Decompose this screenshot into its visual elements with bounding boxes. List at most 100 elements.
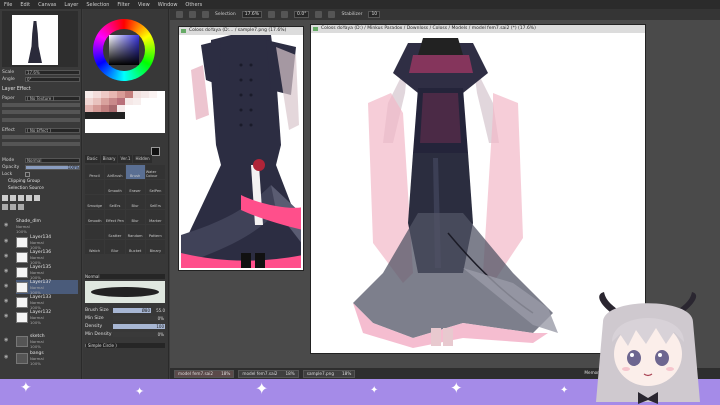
- color-wheel[interactable]: [93, 19, 155, 81]
- eye-icon[interactable]: ◉: [4, 222, 10, 228]
- swatch[interactable]: [85, 98, 93, 105]
- swatch[interactable]: [93, 112, 101, 119]
- tab-ver1[interactable]: Ver.1: [118, 155, 133, 163]
- reference-canvas-window[interactable]: Coloss doYaya (D:... / sample7.png (17.6…: [178, 26, 304, 271]
- opacity-slider[interactable]: 100%: [25, 164, 80, 170]
- swatch[interactable]: [149, 126, 157, 133]
- swatch[interactable]: [149, 112, 157, 119]
- swatch[interactable]: [109, 105, 117, 112]
- delete-layer-icon[interactable]: [34, 195, 40, 201]
- tool-button[interactable]: Watch: [85, 240, 105, 254]
- clipping-group-label[interactable]: Clipping Group: [8, 179, 40, 184]
- swatch[interactable]: [101, 98, 109, 105]
- zoom-in-icon[interactable]: [268, 11, 276, 18]
- swatch[interactable]: [101, 112, 109, 119]
- tool-button[interactable]: Pencil: [85, 165, 105, 179]
- layer-item[interactable]: ◉ Layer135 Normal 100%: [4, 265, 78, 280]
- swatch[interactable]: [101, 126, 109, 133]
- eye-icon[interactable]: ◉: [4, 298, 10, 304]
- swatch[interactable]: [157, 105, 165, 112]
- paper-slider-2[interactable]: [2, 110, 80, 114]
- tool-button[interactable]: SelPen: [145, 180, 165, 194]
- menu-layer[interactable]: Layer: [64, 2, 78, 8]
- swatch[interactable]: [85, 91, 93, 98]
- swatch[interactable]: [109, 119, 117, 126]
- swatch[interactable]: [141, 112, 149, 119]
- swatch[interactable]: [141, 105, 149, 112]
- swatch[interactable]: [109, 112, 117, 119]
- lock-layer-icon[interactable]: [10, 204, 16, 210]
- tool-button[interactable]: Effect Pen: [105, 210, 125, 224]
- menu-window[interactable]: Window: [158, 2, 178, 8]
- mode-select[interactable]: Normal: [25, 157, 80, 163]
- effect-slider[interactable]: [2, 135, 80, 139]
- layer-item[interactable]: ◉ Layer134 Normal 100%: [4, 235, 78, 250]
- tab-hidden[interactable]: Hidden: [133, 155, 152, 163]
- angle-value[interactable]: 0°: [25, 76, 80, 82]
- swatch[interactable]: [141, 119, 149, 126]
- eye-icon[interactable]: ◉: [4, 313, 10, 319]
- tool-button[interactable]: Blur: [125, 195, 145, 209]
- tool-button[interactable]: Water Colour: [145, 165, 165, 179]
- zoom-out-icon[interactable]: [281, 11, 289, 18]
- swatch[interactable]: [157, 119, 165, 126]
- file-tab[interactable]: model fem7.sai2 18%: [238, 369, 299, 378]
- reference-canvas[interactable]: [181, 35, 301, 268]
- copy-layer-icon[interactable]: [2, 204, 8, 210]
- zoom-field[interactable]: 17.6%: [241, 11, 263, 18]
- rotation-field[interactable]: 0.0°: [294, 11, 310, 18]
- tool-button[interactable]: Bucket: [125, 240, 145, 254]
- swatch[interactable]: [85, 112, 93, 119]
- swatch[interactable]: [109, 98, 117, 105]
- selection-source-label[interactable]: Selection Source: [8, 186, 44, 191]
- new-layer-icon[interactable]: [2, 195, 8, 201]
- swatch[interactable]: [149, 91, 157, 98]
- effect-slider-2[interactable]: [2, 142, 80, 146]
- lock-checkbox[interactable]: [25, 171, 30, 177]
- new-folder-icon[interactable]: [10, 195, 16, 201]
- swatch[interactable]: [157, 91, 165, 98]
- brush-mode-select[interactable]: Normal: [85, 274, 165, 279]
- swatch-grid[interactable]: [85, 91, 165, 143]
- tool-button[interactable]: Smooth: [85, 210, 105, 224]
- undo-icon[interactable]: [176, 11, 183, 18]
- paper-select[interactable]: ( No Texture ): [25, 95, 80, 101]
- swatch[interactable]: [101, 91, 109, 98]
- swatch[interactable]: [101, 105, 109, 112]
- swatch[interactable]: [133, 105, 141, 112]
- swatch[interactable]: [141, 98, 149, 105]
- swatch[interactable]: [149, 105, 157, 112]
- swatch[interactable]: [133, 91, 141, 98]
- swatch[interactable]: [141, 91, 149, 98]
- tool-button[interactable]: Random: [125, 225, 145, 239]
- swatch[interactable]: [125, 126, 133, 133]
- swatch[interactable]: [117, 112, 125, 119]
- file-tab[interactable]: sample7.png 18%: [302, 369, 356, 378]
- swatch[interactable]: [117, 91, 125, 98]
- tool-button[interactable]: Eraser: [125, 180, 145, 194]
- merge-icon[interactable]: [18, 195, 24, 201]
- clear-icon[interactable]: [26, 195, 32, 201]
- menu-canvas[interactable]: Canvas: [38, 2, 56, 8]
- eye-icon[interactable]: ◉: [4, 253, 10, 259]
- rotate-icon[interactable]: [315, 11, 323, 18]
- layer-item-selected[interactable]: ◉ Layer137 Normal 100%: [4, 280, 78, 295]
- tool-button[interactable]: Binary: [145, 240, 165, 254]
- swatch[interactable]: [85, 105, 93, 112]
- swatch[interactable]: [133, 112, 141, 119]
- swatch[interactable]: [93, 91, 101, 98]
- effect-select[interactable]: ( No Effect ): [25, 127, 80, 133]
- swatch[interactable]: [93, 119, 101, 126]
- layer-item[interactable]: ◉ sketch Normal 100%: [4, 334, 78, 349]
- swatch[interactable]: [157, 112, 165, 119]
- brush-size-value[interactable]: 55.0: [151, 308, 165, 313]
- tool-button[interactable]: Smudge: [85, 195, 105, 209]
- reference-window-title[interactable]: Coloss doYaya (D:... / sample7.png (17.6…: [179, 27, 303, 35]
- tool-button[interactable]: Marker: [145, 210, 165, 224]
- layer-item[interactable]: ◉ Shade_dlm Normal 100%: [4, 219, 78, 234]
- navigator[interactable]: [2, 11, 78, 67]
- swatch[interactable]: [133, 119, 141, 126]
- swatch[interactable]: [149, 119, 157, 126]
- paper-slider-3[interactable]: [2, 118, 80, 122]
- tool-button[interactable]: [85, 180, 105, 194]
